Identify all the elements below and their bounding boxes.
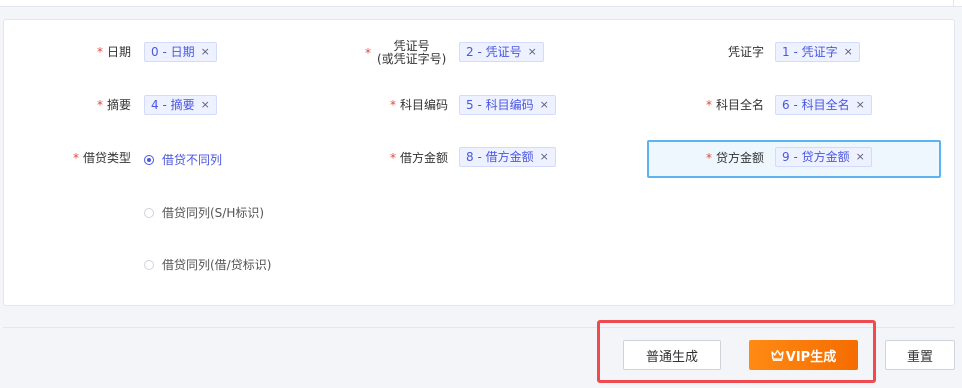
mapping-tag-account-code[interactable]: 5 - 科目编码 × (459, 95, 556, 115)
field-label-credit-amount: * 贷方金额 (705, 151, 764, 165)
required-mark: * (389, 98, 396, 112)
field-label-account-fullname: * 科目全名 (705, 98, 764, 112)
radio-dot[interactable] (144, 259, 154, 270)
top-card-right-edge (953, 0, 962, 6)
close-icon[interactable]: × (528, 43, 537, 61)
mapping-tag-summary[interactable]: 4 - 摘要 × (144, 95, 217, 115)
required-mark: * (72, 151, 79, 165)
mapping-tag-debit-amount[interactable]: 8 - 借方金额 × (459, 147, 556, 167)
field-label-date: * 日期 (96, 45, 131, 59)
reset-button[interactable]: 重置 (885, 340, 955, 370)
field-label-voucher-word: 凭证字 (727, 45, 764, 59)
radio-dot[interactable] (144, 207, 154, 218)
field-label-account-code: * 科目编码 (389, 98, 448, 112)
field-label-voucher-no: * 凭证号 (或凭证字号) (365, 40, 446, 66)
required-mark: * (705, 151, 712, 165)
tag-label: 9 - 贷方金额 (782, 150, 850, 164)
radio-dc-same-jd[interactable]: 借贷同列(借/贷标识) (144, 256, 271, 273)
mapping-tag-credit-amount[interactable]: 9 - 贷方金额 × (775, 147, 872, 167)
field-label-debit-amount: * 借方金额 (389, 151, 448, 165)
mapping-tag-voucher-word[interactable]: 1 - 凭证字 × (775, 42, 860, 62)
tag-label: 2 - 凭证号 (466, 45, 522, 59)
mapping-tag-account-fullname[interactable]: 6 - 科目全名 × (775, 95, 872, 115)
radio-dc-same-sh[interactable]: 借贷同列(S/H标识) (144, 204, 264, 221)
field-label-dc-type: * 借贷类型 (72, 151, 131, 165)
required-mark: * (705, 98, 712, 112)
radio-label: 借贷同列(S/H标识) (162, 206, 265, 220)
tag-label: 6 - 科目全名 (782, 98, 850, 112)
mapping-tag-date[interactable]: 0 - 日期 × (144, 42, 217, 62)
required-mark: * (365, 45, 371, 60)
radio-dot[interactable] (144, 154, 154, 165)
field-label-summary: * 摘要 (96, 98, 131, 112)
normal-generate-button[interactable]: 普通生成 (623, 340, 721, 370)
close-icon[interactable]: × (540, 148, 549, 166)
tag-label: 8 - 借方金额 (466, 150, 534, 164)
required-mark: * (96, 45, 103, 59)
voucher-no-sublabel: (或凭证字号) (377, 52, 447, 66)
tag-label: 5 - 科目编码 (466, 98, 534, 112)
vip-generate-button[interactable]: VIP生成 (749, 340, 858, 370)
close-icon[interactable]: × (856, 96, 865, 114)
close-icon[interactable]: × (201, 43, 210, 61)
radio-dc-separate[interactable]: 借贷不同列 (144, 151, 222, 168)
tag-label: 1 - 凭证字 (782, 45, 838, 59)
tag-label: 0 - 日期 (151, 45, 195, 59)
mapping-tag-voucher-no[interactable]: 2 - 凭证号 × (459, 42, 544, 62)
radio-label: 借贷同列(借/贷标识) (162, 258, 272, 272)
crown-icon (771, 349, 784, 361)
tag-label: 4 - 摘要 (151, 98, 195, 112)
close-icon[interactable]: × (856, 148, 865, 166)
close-icon[interactable]: × (540, 96, 549, 114)
close-icon[interactable]: × (844, 43, 853, 61)
radio-label: 借贷不同列 (162, 153, 223, 167)
close-icon[interactable]: × (201, 96, 210, 114)
required-mark: * (96, 98, 103, 112)
required-mark: * (389, 151, 396, 165)
top-card-edge (0, 0, 962, 7)
